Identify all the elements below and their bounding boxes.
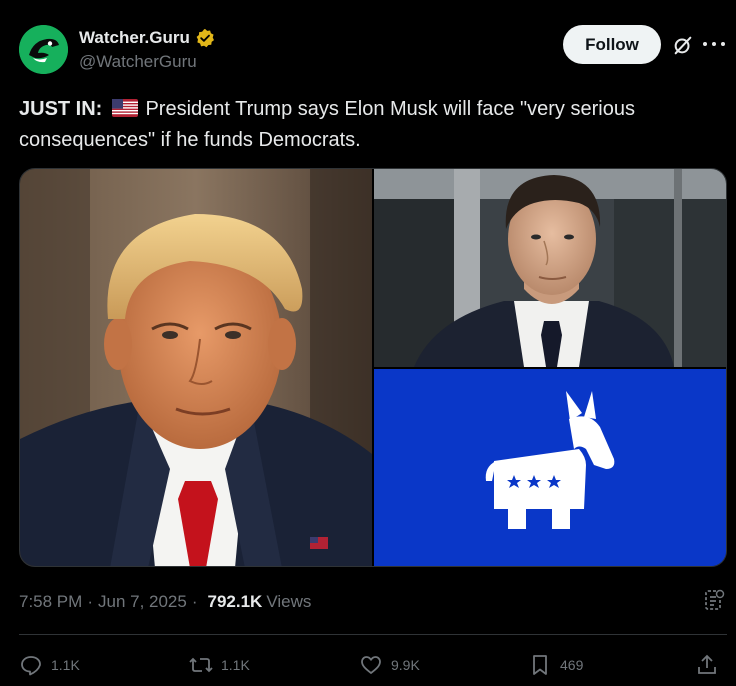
trump-portrait-image[interactable]: [20, 169, 372, 567]
reply-icon: [21, 656, 41, 676]
like-count: 9.9K: [391, 657, 420, 673]
tweet-text: JUST IN: President Trump says Elon Musk …: [19, 94, 719, 156]
analytics-icon[interactable]: [702, 588, 726, 612]
meta-separator: ·: [87, 592, 93, 611]
follow-button[interactable]: Follow: [563, 25, 661, 64]
verified-badge-gold-icon[interactable]: [195, 28, 215, 48]
heart-icon: [361, 656, 381, 674]
views-label: Views: [266, 592, 312, 611]
author-display-name[interactable]: Watcher.Guru: [79, 28, 190, 48]
reply-count: 1.1K: [51, 657, 80, 673]
bookmark-icon: [533, 655, 547, 675]
us-flag-icon: [111, 99, 138, 117]
author-handle[interactable]: @WatcherGuru: [79, 52, 215, 72]
repost-icon: [189, 657, 213, 673]
author-block: Watcher.Guru @WatcherGuru: [79, 27, 215, 72]
reply-button[interactable]: 1.1K: [19, 650, 80, 680]
action-bar: 1.1K 1.1K 9.9K 469: [19, 650, 727, 680]
grok-icon[interactable]: [672, 34, 694, 56]
more-dots-icon[interactable]: [703, 36, 725, 52]
meta-separator: ·: [191, 592, 198, 611]
democratic-donkey-logo-image[interactable]: [374, 369, 727, 567]
tweet-prefix: JUST IN:: [19, 98, 103, 120]
elon-musk-photo-image[interactable]: [374, 169, 727, 367]
media-grid[interactable]: [19, 168, 727, 567]
tweet-date[interactable]: Jun 7, 2025: [98, 592, 187, 612]
author-avatar[interactable]: [19, 25, 68, 74]
bookmark-button[interactable]: 469: [528, 650, 583, 680]
repost-button[interactable]: 1.1K: [189, 650, 250, 680]
like-button[interactable]: 9.9K: [359, 650, 420, 680]
tweet-meta: 7:58 PM · Jun 7, 2025 · 792.1K Views: [19, 592, 311, 612]
share-icon: [698, 654, 716, 674]
watcher-guru-logo-icon: [19, 25, 68, 74]
share-button[interactable]: [695, 650, 719, 680]
divider: [19, 634, 727, 635]
tweet-time[interactable]: 7:58 PM: [19, 592, 82, 612]
views-count: 792.1K: [207, 592, 263, 611]
repost-count: 1.1K: [221, 657, 250, 673]
bookmark-count: 469: [560, 657, 584, 673]
